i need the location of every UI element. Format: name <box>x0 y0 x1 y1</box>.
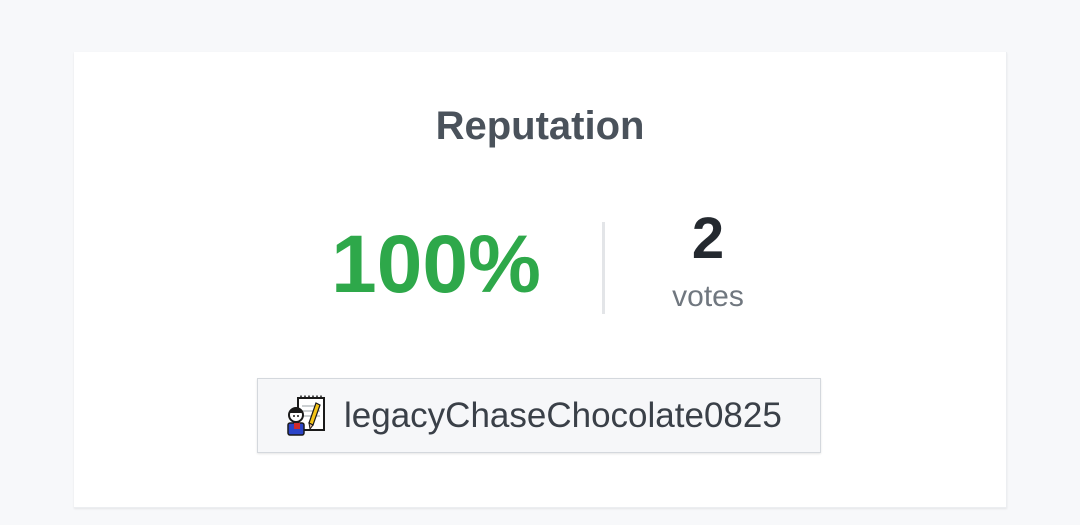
reputation-title: Reputation <box>435 104 645 148</box>
user-chip[interactable]: legacyChaseChocolate0825 <box>257 378 821 453</box>
reputation-percent: 100% <box>331 219 541 310</box>
votes-label: votes <box>672 280 744 313</box>
votes-count: 2 <box>691 206 725 271</box>
notepad-writer-icon <box>287 395 325 436</box>
stats-divider <box>602 222 605 314</box>
username: legacyChaseChocolate0825 <box>344 395 782 435</box>
